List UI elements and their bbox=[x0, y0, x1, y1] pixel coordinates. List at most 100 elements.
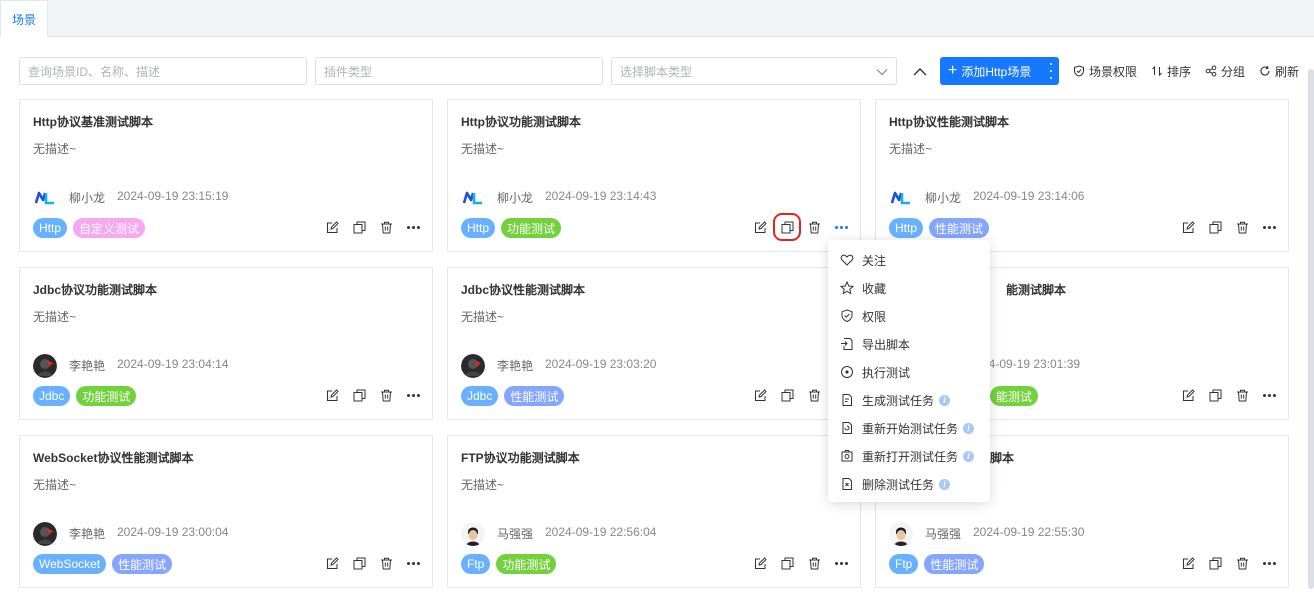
info-icon: i bbox=[939, 478, 951, 490]
scenario-card[interactable]: Jdbc协议功能测试脚本 无描述~ 李艳艳 2024-09-19 23:04:14 Jd… bbox=[19, 267, 433, 420]
scrollbar[interactable] bbox=[1308, 69, 1314, 589]
tag-badge: 能测试 bbox=[990, 386, 1039, 406]
card-tags: Jdbc 性能测试 bbox=[461, 386, 565, 406]
copy-icon[interactable] bbox=[1208, 556, 1222, 570]
card-author: 柳小龙 bbox=[925, 191, 962, 205]
card-actions bbox=[325, 388, 420, 402]
tag-badge: 功能测试 bbox=[76, 386, 137, 406]
edit-icon[interactable] bbox=[753, 388, 767, 402]
tag-badge: 自定义测试 bbox=[73, 218, 146, 238]
edit-icon[interactable] bbox=[1181, 220, 1195, 234]
menu-item[interactable]: 执行测试 bbox=[828, 358, 990, 386]
card-title[interactable]: FTP协议功能测试脚本 bbox=[461, 449, 580, 466]
card-tags: 能测试 bbox=[990, 386, 1039, 406]
sort-button[interactable]: 排序 bbox=[1151, 57, 1191, 85]
scenario-card[interactable]: Http协议功能测试脚本 无描述~ 柳小龙 2024-09-19 23:14:43 Ht… bbox=[447, 99, 861, 252]
card-title[interactable]: 能测试脚本 bbox=[1006, 281, 1066, 298]
delete-icon[interactable] bbox=[379, 556, 393, 570]
scenario-permission-button[interactable]: 场景权限 bbox=[1073, 57, 1137, 85]
more-actions-menu: 关注收藏权限 导出脚本 执行测试 生成测试任务 i 重新开始测试任务 i 重新打开测试任务 i 删… bbox=[828, 240, 990, 502]
shield-icon bbox=[841, 309, 853, 323]
avatar bbox=[889, 522, 913, 546]
plus-icon: + bbox=[948, 62, 958, 79]
delete-icon[interactable] bbox=[1235, 556, 1249, 570]
scenario-card[interactable]: FTP协议功能测试脚本 无描述~ 马强强 2024-09-19 22:56:04 Ftp… bbox=[447, 435, 861, 588]
card-tags: Http 功能测试 bbox=[461, 218, 562, 238]
delete-icon[interactable] bbox=[379, 388, 393, 402]
scenario-card[interactable]: Http协议性能测试脚本 无描述~ 柳小龙 2024-09-19 23:14:06 Ht… bbox=[875, 99, 1289, 252]
copy-icon[interactable] bbox=[780, 556, 794, 570]
card-actions bbox=[325, 220, 420, 234]
plugin-type-select[interactable]: 插件类型 bbox=[315, 57, 603, 85]
menu-item-label: 收藏 bbox=[862, 281, 887, 296]
delete-icon[interactable] bbox=[807, 556, 821, 570]
search-input[interactable]: 查询场景ID、名称、描述 bbox=[19, 57, 307, 85]
tag-badge: 性能测试 bbox=[924, 554, 985, 574]
edit-icon[interactable] bbox=[1181, 556, 1195, 570]
edit-icon[interactable] bbox=[753, 556, 767, 570]
menu-item[interactable]: 删除测试任务 i bbox=[828, 470, 990, 498]
card-actions bbox=[1181, 388, 1276, 402]
tab-scenario[interactable]: 场景 bbox=[0, 0, 48, 37]
refresh-button[interactable]: 刷新 bbox=[1259, 57, 1299, 85]
edit-icon[interactable] bbox=[325, 220, 339, 234]
card-tags: Ftp 功能测试 bbox=[461, 554, 557, 574]
menu-item[interactable]: 导出脚本 bbox=[828, 330, 990, 358]
more-vertical-icon[interactable] bbox=[1049, 63, 1053, 79]
more-horizontal-icon[interactable] bbox=[834, 556, 848, 570]
card-title[interactable]: Http协议性能测试脚本 bbox=[889, 113, 1009, 130]
delete-icon[interactable] bbox=[1235, 388, 1249, 402]
menu-item[interactable]: 生成测试任务 i bbox=[828, 386, 990, 414]
scenario-card[interactable]: Http协议基准测试脚本 无描述~ 柳小龙 2024-09-19 23:15:19 Ht… bbox=[19, 99, 433, 252]
more-horizontal-icon[interactable] bbox=[1262, 220, 1276, 234]
card-date: 2024-09-19 23:15:19 bbox=[117, 189, 229, 203]
card-date: 2024-09-19 23:14:06 bbox=[973, 189, 1085, 203]
card-title[interactable]: WebSocket协议性能测试脚本 bbox=[33, 449, 193, 466]
more-horizontal-icon[interactable] bbox=[834, 220, 848, 234]
copy-icon[interactable] bbox=[1208, 388, 1222, 402]
menu-item[interactable]: 重新打开测试任务 i bbox=[828, 442, 990, 470]
more-horizontal-icon[interactable] bbox=[406, 556, 420, 570]
menu-item[interactable]: 关注 bbox=[828, 246, 990, 274]
delete-icon[interactable] bbox=[807, 220, 821, 234]
card-date: 24-09-19 23:01:39 bbox=[982, 357, 1081, 371]
card-tags: Http 自定义测试 bbox=[33, 218, 146, 238]
more-horizontal-icon[interactable] bbox=[406, 388, 420, 402]
delete-icon[interactable] bbox=[807, 388, 821, 402]
menu-item[interactable]: 重新开始测试任务 i bbox=[828, 414, 990, 442]
card-title[interactable]: Jdbc协议功能测试脚本 bbox=[33, 281, 157, 298]
add-http-scenario-button[interactable]: + 添加Http场景 bbox=[940, 57, 1059, 85]
card-tags: Ftp 性能测试 bbox=[889, 554, 985, 574]
edit-icon[interactable] bbox=[753, 220, 767, 234]
copy-icon[interactable] bbox=[352, 556, 366, 570]
group-button[interactable]: 分组 bbox=[1205, 57, 1245, 85]
chevron-up-icon[interactable] bbox=[912, 64, 928, 80]
copy-icon[interactable] bbox=[773, 213, 801, 241]
card-title[interactable]: 脚本 bbox=[990, 449, 1014, 466]
menu-item[interactable]: 权限 bbox=[828, 302, 990, 330]
delete-icon[interactable] bbox=[1235, 220, 1249, 234]
edit-icon[interactable] bbox=[1181, 388, 1195, 402]
more-horizontal-icon[interactable] bbox=[1262, 388, 1276, 402]
copy-icon[interactable] bbox=[352, 388, 366, 402]
script-type-select[interactable]: 选择脚本类型 bbox=[611, 57, 897, 85]
more-horizontal-icon[interactable] bbox=[1262, 556, 1276, 570]
card-author: 马强强 bbox=[497, 527, 534, 541]
copy-icon[interactable] bbox=[1208, 220, 1222, 234]
info-icon: i bbox=[939, 394, 951, 406]
card-title[interactable]: Jdbc协议性能测试脚本 bbox=[461, 281, 585, 298]
menu-item[interactable]: 收藏 bbox=[828, 274, 990, 302]
scenario-card[interactable]: WebSocket协议性能测试脚本 无描述~ 李艳艳 2024-09-19 23:00… bbox=[19, 435, 433, 588]
scenario-card[interactable]: Jdbc协议性能测试脚本 无描述~ 李艳艳 2024-09-19 23:03:20 Jd… bbox=[447, 267, 861, 420]
card-tags: Http 性能测试 bbox=[889, 218, 990, 238]
card-title[interactable]: Http协议功能测试脚本 bbox=[461, 113, 581, 130]
copy-icon[interactable] bbox=[780, 388, 794, 402]
delete-icon[interactable] bbox=[379, 220, 393, 234]
search-placeholder: 查询场景ID、名称、描述 bbox=[28, 64, 161, 79]
copy-icon[interactable] bbox=[352, 220, 366, 234]
main-content: 查询场景ID、名称、描述 插件类型 选择脚本类型 + 添加Http场景 场景权限… bbox=[0, 37, 1314, 597]
more-horizontal-icon[interactable] bbox=[406, 220, 420, 234]
edit-icon[interactable] bbox=[325, 388, 339, 402]
card-title[interactable]: Http协议基准测试脚本 bbox=[33, 113, 153, 130]
edit-icon[interactable] bbox=[325, 556, 339, 570]
